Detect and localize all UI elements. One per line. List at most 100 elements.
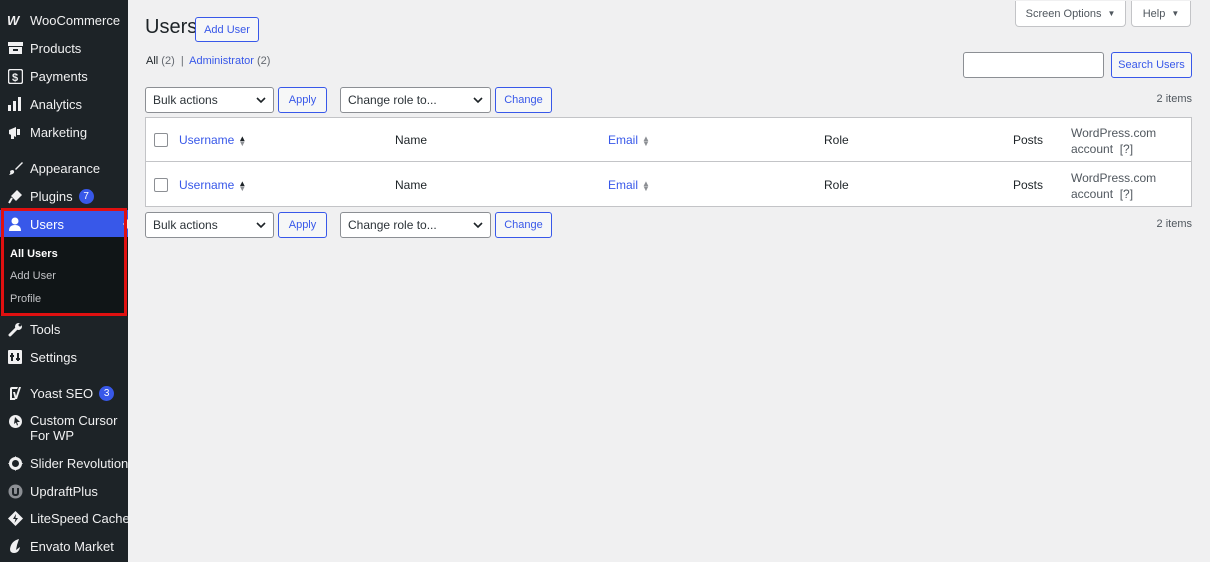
menu-label: Envato Market	[30, 538, 114, 554]
column-label: Username	[179, 178, 235, 192]
submenu-profile[interactable]: Profile	[10, 293, 41, 305]
menu-label: Users	[30, 216, 64, 232]
chevron-down-icon	[473, 97, 483, 104]
menu-label: Products	[30, 40, 82, 56]
column-username-sort[interactable]: Username ▲ ▼	[179, 178, 246, 192]
woo-icon: W	[7, 12, 23, 28]
yoast-icon	[7, 385, 23, 401]
users-table: Username ▲ ▼ Name Email ▲ ▼ Role Posts WordP…	[145, 117, 1192, 207]
menu-label: Appearance	[30, 160, 101, 176]
select-all-checkbox[interactable]	[154, 133, 168, 147]
change-role-select-bottom[interactable]: Change role to...	[340, 212, 491, 238]
sort-arrows-icon: ▲ ▼	[642, 178, 650, 193]
filter-administrator-link[interactable]: Administrator	[189, 55, 254, 67]
column-label: WordPress.com	[1071, 171, 1157, 185]
column-role: Role	[824, 133, 849, 147]
menu-item-litespeed-cache[interactable]: LiteSpeed Cache	[0, 504, 130, 532]
menu-item-products[interactable]: Products	[0, 34, 128, 62]
items-count-bottom: 2 items	[1156, 218, 1192, 230]
search-users-button[interactable]: Search Users	[1111, 52, 1192, 78]
column-username-sort[interactable]: Username ▲ ▼	[179, 133, 246, 147]
filter-all-link[interactable]: All	[146, 55, 158, 67]
submenu-all-users[interactable]: All Users	[10, 248, 58, 260]
caret-down-icon: ▼	[1171, 9, 1180, 18]
screen-options-label: Screen Options	[1025, 7, 1102, 20]
change-role-button-top[interactable]: Change	[495, 87, 552, 113]
menu-item-appearance[interactable]: Appearance	[0, 154, 128, 182]
change-role-value: Change role to...	[348, 93, 437, 107]
menu-item-custom-cursor[interactable]: Custom Cursor For WP	[0, 413, 128, 447]
help-label: Help	[1142, 7, 1166, 20]
cursor-plugin-icon	[7, 413, 23, 429]
user-role-filters: All (2) | Administrator (2)	[146, 55, 270, 67]
items-count-top: 2 items	[1156, 93, 1192, 105]
menu-item-analytics[interactable]: Analytics	[0, 90, 128, 118]
column-label[interactable]: account [?]	[1071, 186, 1156, 202]
change-role-select-top[interactable]: Change role to...	[340, 87, 491, 113]
column-name: Name	[395, 133, 428, 147]
apply-button-bottom[interactable]: Apply	[278, 212, 327, 238]
menu-label: LiteSpeed Cache	[30, 510, 130, 526]
menu-label: Slider Revolution	[30, 455, 129, 471]
paintbrush-icon	[7, 160, 23, 176]
wrench-icon	[7, 321, 23, 337]
menu-label: Settings	[30, 349, 77, 365]
add-user-button[interactable]: Add User	[195, 17, 259, 42]
table-footer-row: Username ▲ ▼ Name Email ▲ ▼ Role Posts WordP…	[146, 163, 1191, 207]
menu-item-yoast-seo[interactable]: Yoast SEO 3	[0, 379, 128, 407]
updraftplus-icon	[7, 483, 23, 499]
bulk-actions-select-bottom[interactable]: Bulk actions	[145, 212, 274, 238]
settings-icon	[7, 349, 23, 365]
screen-options-button[interactable]: Screen Options ▼	[1015, 1, 1126, 27]
analytics-icon	[7, 96, 23, 112]
archive-icon	[7, 40, 23, 56]
menu-label: Plugins	[30, 188, 73, 204]
column-name: Name	[395, 178, 428, 192]
select-all-checkbox-footer[interactable]	[154, 178, 168, 192]
help-button[interactable]: Help ▼	[1131, 1, 1191, 27]
filter-all-count: (2)	[161, 55, 175, 67]
menu-label: Analytics	[30, 96, 83, 112]
submenu-add-user[interactable]: Add User	[10, 270, 56, 282]
chevron-down-icon	[256, 97, 266, 104]
menu-label: Marketing	[30, 124, 88, 140]
filter-separator: |	[180, 55, 184, 67]
menu-item-updraftplus[interactable]: UpdraftPlus	[0, 477, 128, 505]
column-email-sort[interactable]: Email ▲ ▼	[608, 178, 650, 192]
slider-revolution-icon	[7, 455, 23, 471]
users-submenu: All Users Add User Profile	[0, 237, 128, 316]
plugin-icon	[7, 188, 23, 204]
sort-arrows-icon: ▲ ▼	[642, 133, 650, 148]
change-role-button-bottom[interactable]: Change	[495, 212, 552, 238]
menu-item-settings[interactable]: Settings	[0, 343, 128, 371]
plugins-update-badge: 7	[78, 188, 94, 204]
menu-item-plugins[interactable]: Plugins 7	[0, 182, 128, 210]
users-icon	[7, 216, 23, 232]
apply-button-top[interactable]: Apply	[278, 87, 327, 113]
menu-label: UpdraftPlus	[30, 483, 98, 499]
sort-arrows-icon: ▲ ▼	[238, 133, 247, 148]
column-posts: Posts	[1013, 133, 1044, 147]
menu-item-slider-revolution[interactable]: Slider Revolution	[0, 449, 128, 477]
menu-item-users[interactable]: Users	[0, 210, 128, 238]
menu-item-marketing[interactable]: Marketing	[0, 118, 128, 146]
chevron-down-icon	[256, 222, 266, 229]
table-header-row: Username ▲ ▼ Name Email ▲ ▼ Role Posts WordP…	[146, 118, 1191, 162]
menu-label: Custom Cursor For WP	[30, 413, 118, 443]
column-posts: Posts	[1013, 178, 1044, 192]
menu-item-woocommerce[interactable]: W WooCommerce	[0, 6, 128, 34]
menu-label: Tools	[30, 321, 61, 337]
chevron-down-icon	[473, 222, 483, 229]
menu-label: Payments	[30, 68, 88, 84]
column-email-sort[interactable]: Email ▲ ▼	[608, 133, 650, 147]
menu-item-envato-market[interactable]: Envato Market	[0, 532, 128, 560]
page-title: Users	[145, 16, 198, 38]
menu-item-tools[interactable]: Tools	[0, 315, 128, 343]
svg-text:$: $	[12, 72, 18, 84]
column-label: Email	[608, 178, 639, 192]
filter-administrator-count: (2)	[256, 55, 271, 67]
search-users-input[interactable]	[963, 52, 1104, 78]
menu-item-payments[interactable]: $ Payments	[0, 62, 128, 90]
bulk-actions-select-top[interactable]: Bulk actions	[145, 87, 274, 113]
column-label[interactable]: account [?]	[1071, 141, 1156, 157]
